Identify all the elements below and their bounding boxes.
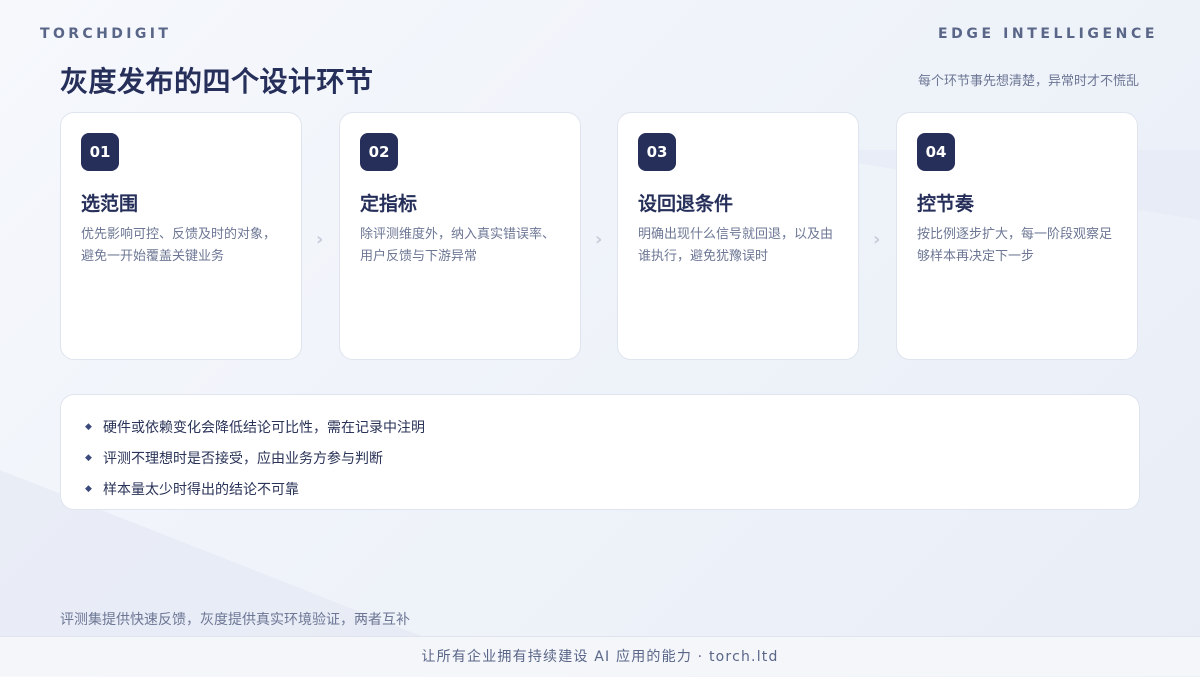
- diamond-bullet-icon: ◆: [85, 452, 92, 463]
- chevron-right-icon: ›: [873, 229, 881, 250]
- page-title: 灰度发布的四个设计环节: [60, 65, 374, 98]
- step-title: 定指标: [360, 193, 418, 215]
- page-subtitle: 每个环节事先想清楚，异常时才不慌乱: [917, 74, 1139, 89]
- note-item: ◆ 硬件或依赖变化会降低结论可比性，需在记录中注明: [85, 411, 1139, 442]
- diamond-bullet-icon: ◆: [85, 421, 92, 432]
- step-card: 01 选范围 优先影响可控、反馈及时的对象，避免一开始覆盖关键业务: [60, 112, 302, 360]
- note-text: 样本量太少时得出的结论不可靠: [103, 481, 299, 498]
- step-card: 03 设回退条件 明确出现什么信号就回退，以及由谁执行，避免犹豫误时: [617, 112, 859, 360]
- step-card: 04 控节奏 按比例逐步扩大，每一阶段观察足够样本再决定下一步: [896, 112, 1138, 360]
- notes-panel: ◆ 硬件或依赖变化会降低结论可比性，需在记录中注明 ◆ 评测不理想时是否接受，应…: [60, 394, 1140, 510]
- step-number-badge: 03: [638, 133, 676, 171]
- chevron-right-icon: ›: [595, 229, 603, 250]
- chevron-right-icon: ›: [316, 229, 324, 250]
- step-title: 设回退条件: [638, 193, 734, 215]
- footnote: 评测集提供快速反馈，灰度提供真实环境验证，两者互补: [60, 612, 410, 628]
- step-description: 明确出现什么信号就回退，以及由谁执行，避免犹豫误时: [638, 227, 834, 264]
- brand-logo-text: TORCHDIGIT: [40, 26, 172, 42]
- note-text: 评测不理想时是否接受，应由业务方参与判断: [103, 450, 383, 467]
- note-item: ◆ 样本量太少时得出的结论不可靠: [85, 473, 1139, 504]
- diamond-bullet-icon: ◆: [85, 483, 92, 494]
- footer-bar: 让所有企业拥有持续建设 AI 应用的能力 · torch.ltd: [0, 636, 1200, 676]
- step-description: 按比例逐步扩大，每一阶段观察足够样本再决定下一步: [917, 227, 1113, 264]
- step-description: 除评测维度外，纳入真实错误率、用户反馈与下游异常: [360, 227, 556, 264]
- step-title: 控节奏: [917, 193, 975, 215]
- step-card: 02 定指标 除评测维度外，纳入真实错误率、用户反馈与下游异常: [339, 112, 581, 360]
- step-number-badge: 04: [917, 133, 955, 171]
- step-description: 优先影响可控、反馈及时的对象，避免一开始覆盖关键业务: [81, 227, 277, 264]
- note-item: ◆ 评测不理想时是否接受，应由业务方参与判断: [85, 442, 1139, 473]
- step-title: 选范围: [81, 193, 139, 215]
- brand-tagline: EDGE INTELLIGENCE: [937, 26, 1158, 42]
- note-text: 硬件或依赖变化会降低结论可比性，需在记录中注明: [103, 419, 425, 436]
- step-number-badge: 01: [81, 133, 119, 171]
- step-number-badge: 02: [360, 133, 398, 171]
